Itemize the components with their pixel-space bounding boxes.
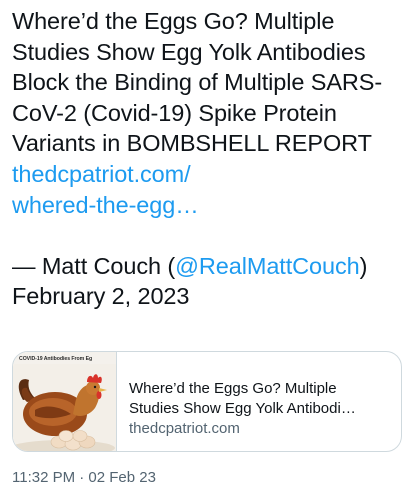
thumbnail-caption: COVID-19 Antibodies From Eg: [19, 356, 93, 362]
card-domain: thedcpatriot.com: [129, 419, 240, 437]
tweet-text: Where’d the Eggs Go? Multiple Studies Sh…: [12, 6, 404, 312]
attribution-date: February 2, 2023: [12, 283, 190, 310]
card-info: Where’d the Eggs Go? Multiple Studies Sh…: [117, 352, 401, 451]
article-link[interactable]: thedcpatriot.com/ whered-the-egg…: [12, 161, 199, 218]
author-handle-link[interactable]: @RealMattCouch: [175, 253, 360, 279]
line-spacer: [12, 220, 404, 251]
tweet-body: Where’d the Eggs Go? Multiple Studies Sh…: [12, 8, 383, 157]
card-title[interactable]: Where’d the Eggs Go? Multiple Studies Sh…: [129, 379, 389, 419]
tweet-timestamp[interactable]: 11:32 PM · 02 Feb 23: [12, 469, 156, 486]
card-thumbnail: COVID-19 Antibodies From Eg: [13, 352, 117, 451]
hen-with-eggs-image: [13, 364, 116, 451]
link-preview-card[interactable]: COVID-19 Antibodies From Eg Where’d the …: [12, 351, 402, 452]
attribution-prefix: — Matt Couch (: [12, 252, 176, 279]
attribution-suffix: ): [359, 252, 368, 279]
